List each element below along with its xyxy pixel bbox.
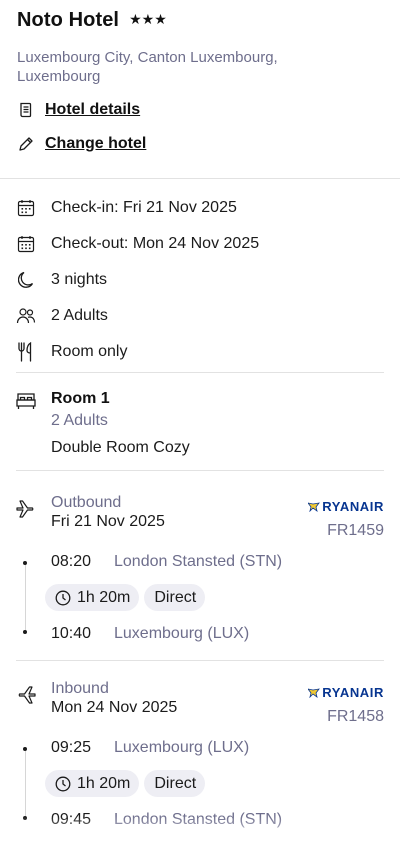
harp-icon: [308, 687, 321, 698]
plane-arrival-icon: [16, 684, 36, 704]
timeline-dot: [23, 816, 27, 820]
change-hotel-link[interactable]: Change hotel: [17, 134, 384, 154]
check-in-text: Check-in: Fri 21 Nov 2025: [51, 199, 237, 216]
room-adults: 2 Adults: [51, 412, 108, 429]
board-row: Room only: [16, 334, 384, 370]
ryanair-logo: RYANAIR: [308, 499, 384, 514]
inbound-flight: Inbound Mon 24 Nov 2025 RYANAIR FR1458 0…: [16, 680, 384, 840]
star-rating: ★★★: [129, 10, 167, 27]
airline-name: RYANAIR: [322, 499, 384, 514]
arrive-airport: Luxembourg (LUX): [114, 625, 250, 642]
clock-icon: [55, 776, 71, 791]
ryanair-logo: RYANAIR: [308, 685, 384, 700]
calendar-icon: [16, 198, 36, 218]
depart-airport: London Stansted (STN): [114, 553, 283, 570]
guests-text: 2 Adults: [51, 307, 108, 324]
section-divider: [16, 470, 384, 471]
timeline-dot: [23, 630, 27, 634]
section-divider: [16, 372, 384, 373]
flight-number: FR1458: [327, 708, 384, 725]
airline-name: RYANAIR: [322, 685, 384, 700]
flight-info-pills: 1h 20m Direct: [45, 584, 206, 611]
hotel-title-row: Noto Hotel ★★★: [17, 8, 384, 32]
room-type: Double Room Cozy: [51, 439, 190, 456]
hotel-details-label[interactable]: Hotel details: [45, 101, 140, 119]
nights-text: 3 nights: [51, 271, 108, 288]
bed-icon: [16, 392, 36, 410]
room-title: Room 1: [51, 390, 110, 407]
plane-departure-icon: [16, 498, 36, 518]
section-divider: [16, 660, 384, 661]
flight-number: FR1459: [327, 522, 384, 539]
flight-info-pills: 1h 20m Direct: [45, 770, 206, 797]
outbound-label: Outbound: [51, 494, 122, 511]
moon-icon: [16, 270, 36, 290]
section-divider: [0, 178, 400, 179]
timeline-line: [25, 562, 26, 632]
harp-icon: [308, 501, 321, 512]
stay-details: Check-in: Fri 21 Nov 2025 Check-out: Mon…: [16, 190, 384, 370]
timeline-dot: [23, 561, 27, 565]
stops-text: Direct: [154, 588, 197, 606]
duration-text: 1h 20m: [77, 774, 131, 792]
duration-text: 1h 20m: [77, 588, 131, 606]
calendar-icon: [16, 234, 36, 254]
inbound-date: Mon 24 Nov 2025: [51, 699, 178, 716]
clock-icon: [55, 590, 71, 605]
change-hotel-label[interactable]: Change hotel: [45, 135, 146, 153]
guests-row: 2 Adults: [16, 298, 384, 334]
stops-text: Direct: [154, 774, 197, 792]
hotel-details-link[interactable]: Hotel details: [17, 100, 384, 120]
pencil-icon: [17, 135, 35, 153]
stops-badge: Direct: [144, 770, 206, 797]
arrive-time: 10:40: [51, 625, 92, 642]
arrive-airport: London Stansted (STN): [114, 811, 283, 828]
timeline-line: [25, 748, 26, 818]
timeline-dot: [23, 747, 27, 751]
depart-time: 08:20: [51, 553, 92, 570]
check-in-row: Check-in: Fri 21 Nov 2025: [16, 190, 384, 226]
hotel-address: Luxembourg City, Canton Luxembourg, Luxe…: [17, 49, 278, 85]
depart-time: 09:25: [51, 739, 92, 756]
arrive-time: 09:45: [51, 811, 92, 828]
cutlery-icon: [16, 342, 36, 362]
depart-airport: Luxembourg (LUX): [114, 739, 250, 756]
duration-badge: 1h 20m: [45, 770, 140, 797]
outbound-date: Fri 21 Nov 2025: [51, 513, 165, 530]
hotel-header: Noto Hotel ★★★ Luxembourg City, Canton L…: [0, 0, 400, 154]
hotel-name: Noto Hotel: [17, 8, 120, 31]
duration-badge: 1h 20m: [45, 584, 140, 611]
check-out-text: Check-out: Mon 24 Nov 2025: [51, 235, 260, 252]
check-out-row: Check-out: Mon 24 Nov 2025: [16, 226, 384, 262]
outbound-flight: Outbound Fri 21 Nov 2025 RYANAIR FR1459 …: [16, 494, 384, 654]
nights-row: 3 nights: [16, 262, 384, 298]
stops-badge: Direct: [144, 584, 206, 611]
board-text: Room only: [51, 343, 128, 360]
inbound-label: Inbound: [51, 680, 109, 697]
people-icon: [16, 306, 36, 326]
document-icon: [17, 101, 35, 119]
